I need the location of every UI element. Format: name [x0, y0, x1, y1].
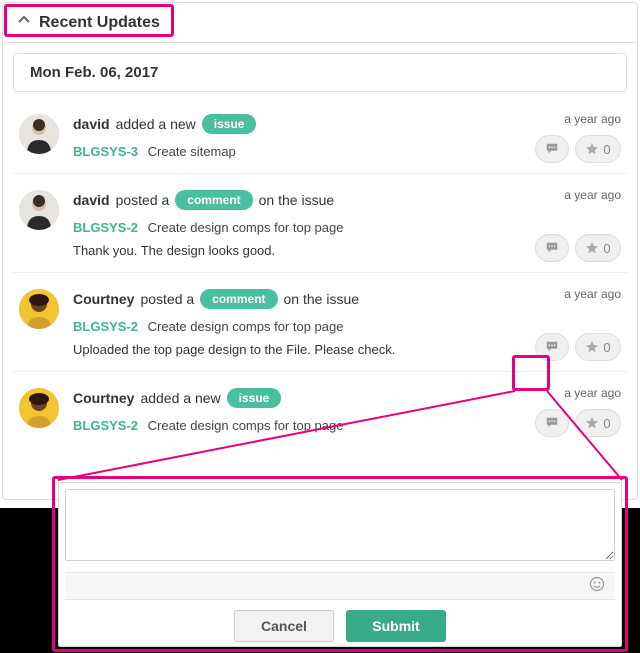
user-name[interactable]: david — [73, 116, 110, 132]
action-text: posted a — [116, 192, 170, 208]
activity-item: Courtney added a new issue BLGSYS-2 Crea… — [13, 372, 627, 447]
star-button[interactable]: 0 — [575, 409, 621, 437]
star-count: 0 — [603, 416, 610, 431]
comment-badge: comment — [175, 190, 252, 210]
issue-title[interactable]: Create design comps for top page — [148, 319, 344, 334]
issue-key[interactable]: BLGSYS-2 — [73, 418, 138, 433]
issue-badge: issue — [202, 114, 257, 134]
date-header: Mon Feb. 06, 2017 — [13, 53, 627, 92]
issue-key[interactable]: BLGSYS-2 — [73, 220, 138, 235]
activity-item: david added a new issue BLGSYS-3 Create … — [13, 98, 627, 174]
speech-bubble-icon — [545, 241, 559, 255]
issue-title[interactable]: Create design comps for top page — [148, 220, 344, 235]
smiley-icon — [589, 576, 605, 592]
action-text: added a new — [116, 116, 196, 132]
avatar[interactable] — [19, 190, 59, 230]
star-icon — [585, 241, 599, 255]
star-button[interactable]: 0 — [575, 234, 621, 262]
toolbar-row — [65, 572, 615, 600]
action-text: posted a — [140, 291, 194, 307]
comment-button[interactable] — [535, 234, 569, 262]
submit-button[interactable]: Submit — [346, 610, 446, 642]
comment-panel: Cancel Submit — [58, 482, 622, 647]
speech-bubble-icon — [545, 142, 559, 156]
timestamp: a year ago — [564, 386, 621, 400]
activity-item: david posted a comment on the issue BLGS… — [13, 174, 627, 273]
recent-updates-panel: Recent Updates Mon Feb. 06, 2017 david a… — [2, 2, 638, 500]
star-count: 0 — [603, 241, 610, 256]
button-row: Cancel Submit — [59, 600, 621, 650]
star-button[interactable]: 0 — [575, 333, 621, 361]
section-title: Recent Updates — [39, 14, 160, 32]
action-text: added a new — [140, 390, 220, 406]
user-name[interactable]: Courtney — [73, 291, 134, 307]
emoji-button[interactable] — [589, 576, 605, 597]
comment-input[interactable] — [65, 489, 615, 561]
user-name[interactable]: Courtney — [73, 390, 134, 406]
comment-button[interactable] — [535, 333, 569, 361]
issue-badge: issue — [227, 388, 282, 408]
issue-key[interactable]: BLGSYS-2 — [73, 319, 138, 334]
avatar[interactable] — [19, 289, 59, 329]
speech-bubble-icon — [545, 340, 559, 354]
star-icon — [585, 142, 599, 156]
timestamp: a year ago — [564, 112, 621, 126]
star-icon — [585, 416, 599, 430]
action-suffix: on the issue — [259, 192, 335, 208]
comment-button[interactable] — [535, 135, 569, 163]
user-name[interactable]: david — [73, 192, 110, 208]
star-count: 0 — [603, 340, 610, 355]
activity-item: Courtney posted a comment on the issue B… — [13, 273, 627, 372]
star-count: 0 — [603, 142, 610, 157]
avatar[interactable] — [19, 114, 59, 154]
cancel-button[interactable]: Cancel — [234, 610, 334, 642]
issue-key[interactable]: BLGSYS-3 — [73, 144, 138, 159]
star-button[interactable]: 0 — [575, 135, 621, 163]
timestamp: a year ago — [564, 287, 621, 301]
issue-title[interactable]: Create sitemap — [148, 144, 236, 159]
activity-feed: david added a new issue BLGSYS-3 Create … — [3, 92, 637, 447]
comment-badge: comment — [200, 289, 277, 309]
section-header[interactable]: Recent Updates — [3, 3, 637, 43]
star-icon — [585, 340, 599, 354]
timestamp: a year ago — [564, 188, 621, 202]
speech-bubble-icon — [545, 416, 559, 430]
comment-button[interactable] — [535, 409, 569, 437]
avatar[interactable] — [19, 388, 59, 428]
action-suffix: on the issue — [284, 291, 360, 307]
chevron-up-icon — [17, 13, 31, 32]
issue-title[interactable]: Create design comps for top page — [148, 418, 344, 433]
